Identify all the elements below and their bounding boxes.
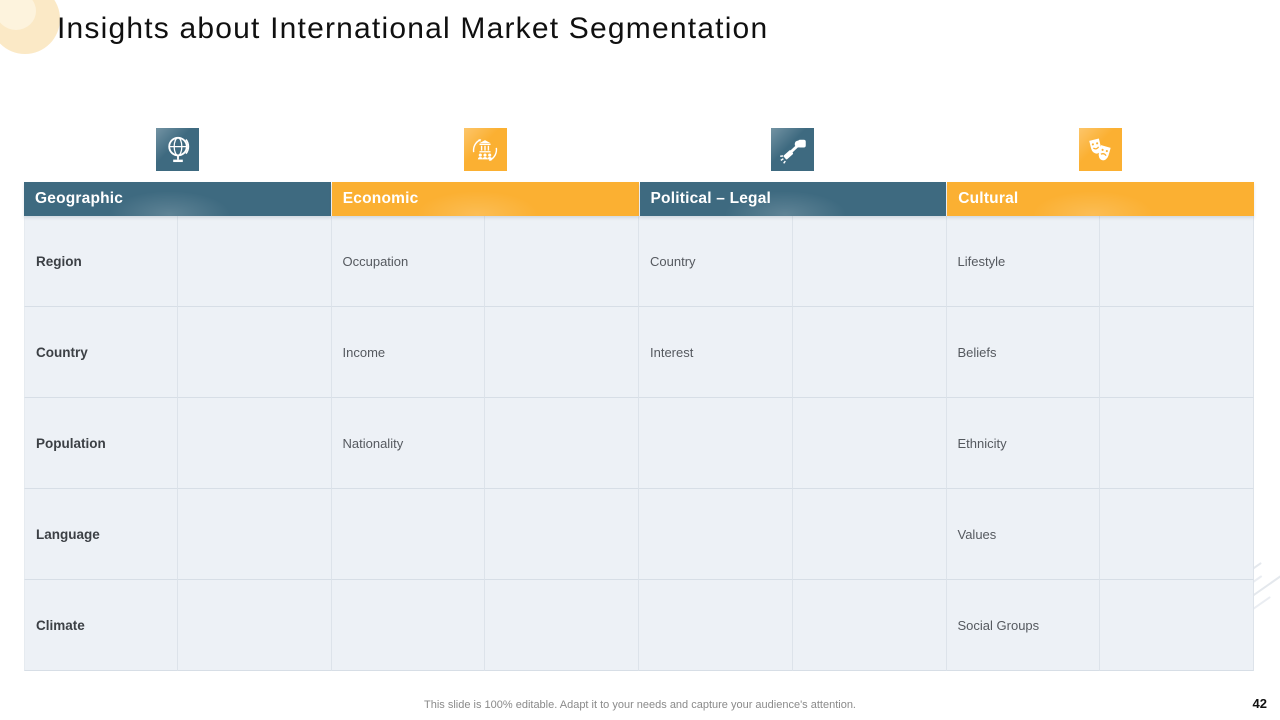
column-header-label: Cultural [958, 190, 1019, 207]
gavel-icon [771, 128, 815, 171]
value-cell: Country [639, 216, 793, 307]
column-header-political-legal: Political – Legal [639, 182, 947, 216]
empty-cell [177, 216, 332, 307]
segmentation-table: Geographic Economic Political – Legal Cu… [24, 128, 1254, 671]
column-header-geographic: Geographic [24, 182, 331, 216]
value-cell [639, 580, 793, 671]
value-cell: Ethnicity [946, 398, 1101, 489]
empty-cell [792, 398, 947, 489]
corner-decoration [0, 0, 60, 54]
empty-cell [177, 580, 332, 671]
empty-cell [1100, 216, 1254, 307]
column-header-label: Political – Legal [650, 190, 772, 207]
value-cell: Occupation [331, 216, 486, 307]
value-cell: Interest [639, 307, 793, 398]
value-cell [331, 489, 486, 580]
icons-row [24, 128, 1254, 171]
empty-cell [792, 580, 947, 671]
row-label-cell: Population [24, 398, 178, 489]
footer-note: This slide is 100% editable. Adapt it to… [424, 699, 856, 711]
value-cell [639, 489, 793, 580]
globe-icon [156, 128, 200, 171]
empty-cell [485, 216, 639, 307]
slide: Insights about International Market Segm… [0, 0, 1280, 720]
empty-cell [485, 398, 639, 489]
empty-cell [1100, 489, 1254, 580]
theater-masks-icon [1078, 128, 1122, 171]
page-title: Insights about International Market Segm… [57, 12, 769, 45]
column-header-label: Economic [342, 190, 419, 207]
empty-cell [792, 216, 947, 307]
empty-cell [485, 307, 639, 398]
empty-cell [1100, 580, 1254, 671]
row-label-cell: Country [24, 307, 178, 398]
column-header-economic: Economic [331, 182, 639, 216]
empty-cell [177, 398, 332, 489]
value-cell: Nationality [331, 398, 486, 489]
corner-decoration-highlight [0, 0, 36, 30]
empty-cell [1100, 307, 1254, 398]
empty-cell [177, 307, 332, 398]
bank-economy-icon [463, 128, 507, 171]
column-header-label: Geographic [35, 190, 124, 207]
value-cell: Lifestyle [946, 216, 1101, 307]
row-label-cell: Region [24, 216, 178, 307]
table-body: Region Occupation Country Lifestyle Coun… [24, 216, 1254, 671]
page-number: 42 [1252, 696, 1267, 711]
table-header-row: Geographic Economic Political – Legal Cu… [24, 182, 1254, 216]
empty-cell [177, 489, 332, 580]
empty-cell [792, 307, 947, 398]
empty-cell [792, 489, 947, 580]
value-cell: Social Groups [946, 580, 1101, 671]
value-cell [639, 398, 793, 489]
value-cell: Values [946, 489, 1101, 580]
row-label-cell: Language [24, 489, 178, 580]
column-header-cultural: Cultural [947, 182, 1254, 216]
row-label-cell: Climate [24, 580, 178, 671]
empty-cell [485, 580, 639, 671]
value-cell: Beliefs [946, 307, 1101, 398]
empty-cell [485, 489, 639, 580]
empty-cell [1100, 398, 1254, 489]
value-cell: Income [331, 307, 486, 398]
value-cell [331, 580, 486, 671]
